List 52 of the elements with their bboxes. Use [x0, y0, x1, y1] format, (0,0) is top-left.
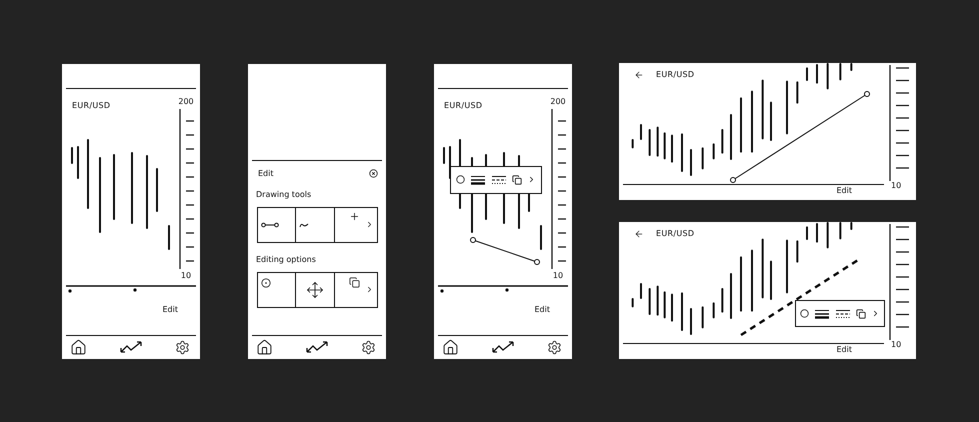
line-tool-icon	[261, 222, 279, 228]
section-heading: Drawing tools	[255, 188, 312, 201]
line-weight-icon	[814, 308, 830, 318]
trend-line[interactable]	[730, 91, 870, 183]
settings-icon[interactable]	[547, 340, 562, 354]
pair-title: EUR/USD	[71, 100, 112, 112]
pair-title: EUR/USD	[656, 229, 694, 240]
line-weight-icon	[470, 174, 486, 184]
pair-title: EUR/USD	[656, 70, 694, 81]
line-style-icon	[490, 174, 507, 184]
chevron-right-icon[interactable]	[365, 220, 374, 229]
axis-label: 10	[552, 270, 564, 280]
circle-icon[interactable]	[456, 175, 465, 184]
chevron-right-icon[interactable]	[365, 285, 374, 294]
edit-link[interactable]: Edit	[162, 304, 178, 314]
target-icon	[261, 278, 271, 288]
axis-label: 10	[891, 181, 902, 191]
settings-icon[interactable]	[361, 340, 376, 354]
line-style-button[interactable]	[490, 174, 507, 184]
edit-link[interactable]: Edit	[836, 345, 852, 355]
section-heading: Editing options	[255, 254, 317, 266]
axis-label: 10	[180, 270, 192, 280]
dashed-trend-line[interactable]	[740, 258, 859, 336]
back-icon[interactable]	[634, 229, 644, 239]
pair-title: EUR/USD	[443, 100, 484, 112]
axis-label: 200	[178, 96, 194, 106]
trend-line[interactable]	[470, 236, 540, 264]
copy-icon[interactable]	[856, 308, 866, 318]
home-icon[interactable]	[256, 338, 273, 356]
copy-icon[interactable]	[512, 174, 522, 184]
move-icon	[306, 280, 324, 298]
trend-icon[interactable]	[305, 340, 329, 354]
edit-link[interactable]: Edit	[836, 186, 852, 196]
trend-icon[interactable]	[119, 340, 143, 354]
home-icon[interactable]	[70, 338, 87, 356]
close-icon[interactable]	[369, 168, 378, 178]
axis-label: 200	[550, 96, 566, 106]
line-style-button[interactable]	[834, 308, 851, 318]
freehand-icon	[299, 222, 309, 228]
copy-icon	[349, 276, 360, 288]
line-style-icon	[834, 308, 851, 318]
back-icon[interactable]	[634, 70, 644, 80]
edit-link[interactable]: Edit	[534, 304, 550, 314]
home-icon[interactable]	[442, 338, 459, 356]
circle-icon[interactable]	[800, 309, 810, 318]
settings-icon[interactable]	[175, 340, 190, 354]
trend-icon[interactable]	[491, 340, 515, 354]
panel-title: Edit	[258, 168, 274, 178]
line-weight-button[interactable]	[470, 174, 486, 184]
crosshair-icon	[349, 210, 360, 222]
axis-label: 10	[891, 340, 902, 350]
line-weight-button[interactable]	[814, 308, 830, 318]
